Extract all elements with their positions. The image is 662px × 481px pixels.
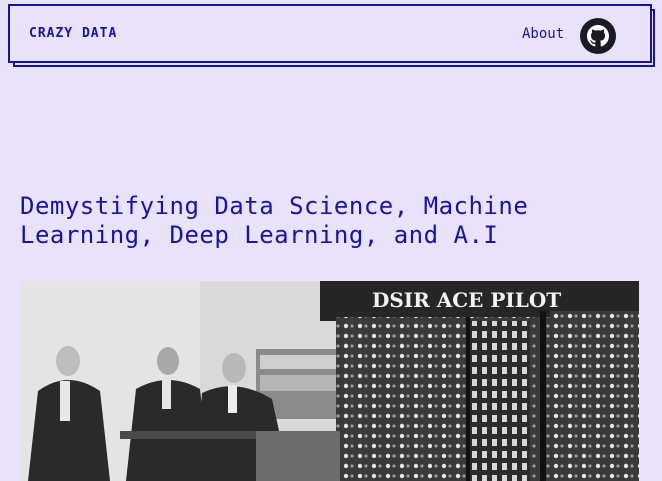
- nav-link-about[interactable]: About: [522, 26, 564, 42]
- hero-image: DSIR ACE PILOT: [20, 281, 639, 481]
- page-headline: Demystifying Data Science, Machine Learn…: [20, 192, 529, 249]
- hero-sign-text: DSIR ACE PILOT: [372, 288, 561, 312]
- github-button[interactable]: [580, 18, 616, 54]
- github-icon: [587, 25, 609, 47]
- site-logo[interactable]: CRAZY DATA: [29, 26, 117, 41]
- hero-photo-computer-room: DSIR ACE PILOT: [20, 281, 639, 481]
- nav-bar: CRAZY DATA About: [8, 4, 652, 63]
